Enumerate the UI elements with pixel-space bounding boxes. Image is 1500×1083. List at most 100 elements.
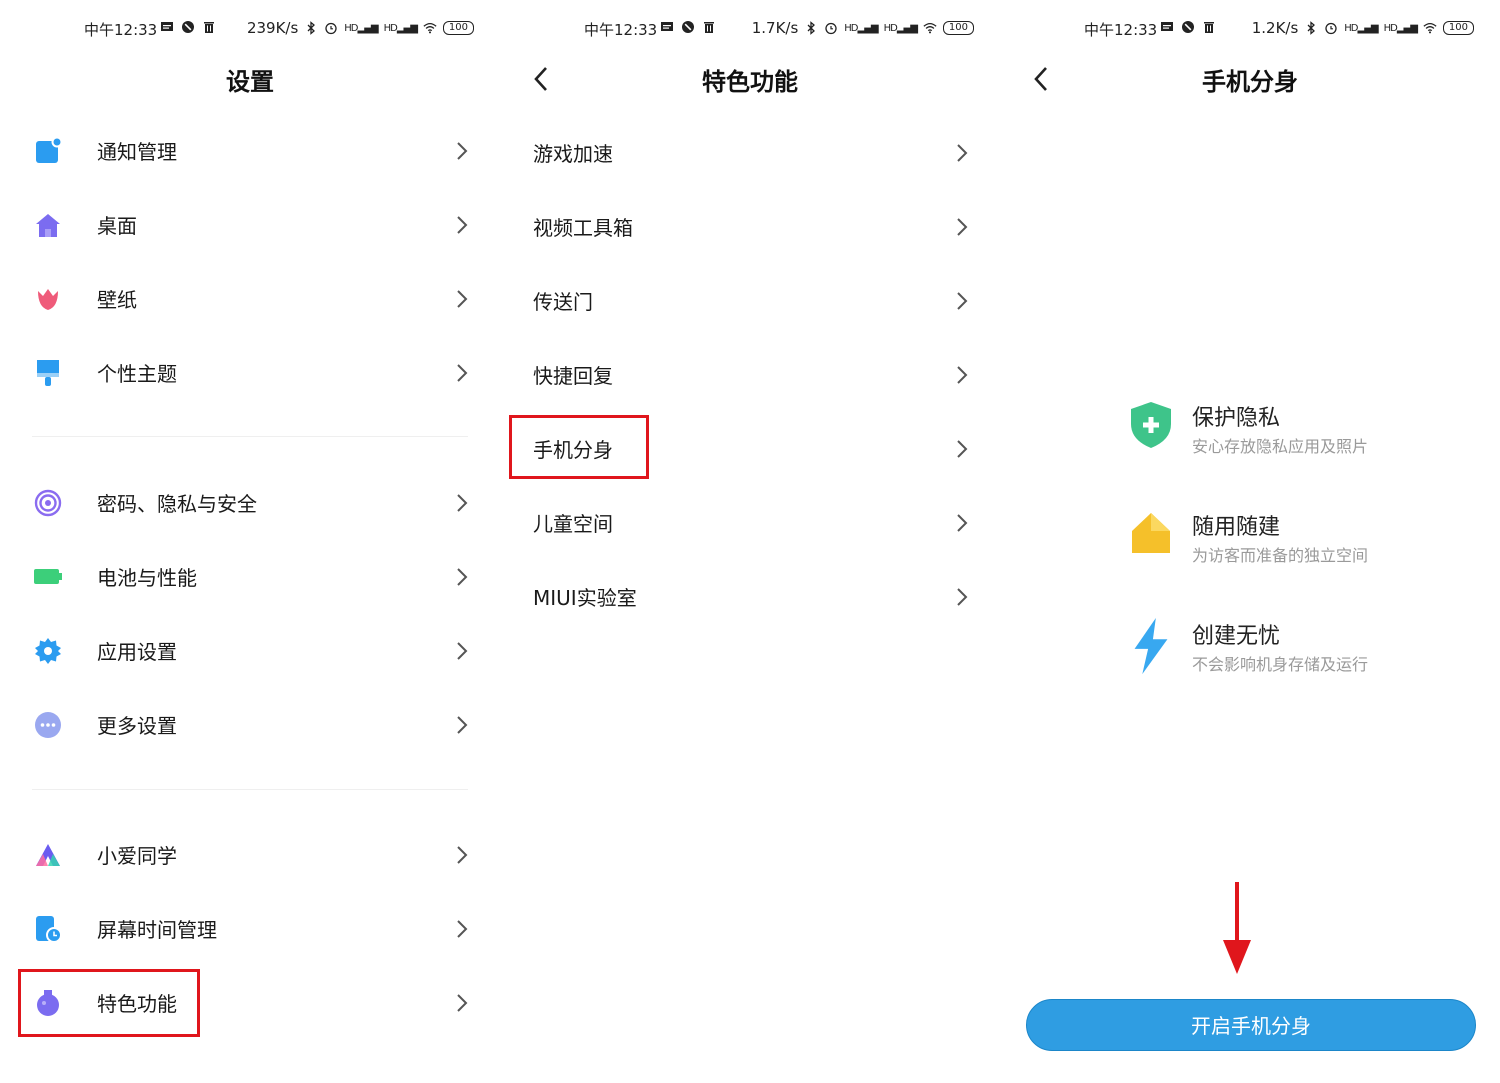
network-speed: 1.2K/s [1251,19,1299,37]
chevron-right-icon [457,216,468,234]
trash-icon [1204,22,1214,33]
chevron-right-icon [957,366,968,384]
gear-icon [35,638,61,664]
page-title: 特色功能 [702,68,798,96]
chevron-right-icon [457,920,468,938]
feature-item-game-turbo[interactable]: 游戏加速 [500,116,1000,190]
block-icon [682,21,694,33]
chevron-right-icon [457,568,468,586]
paintbrush-icon [37,360,59,386]
settings-item-label: 更多设置 [97,714,177,738]
highlight-box [18,969,200,1037]
block-icon [182,21,194,33]
bluetooth-icon [307,21,316,35]
status-notification-icons [160,20,216,34]
xiaoai-icon [36,844,60,866]
feature-ready-to-use: 随用随建 为访客而准备的独立空间 [1128,509,1448,589]
alarm-icon [325,22,337,35]
chevron-right-icon [457,716,468,734]
message-icon [661,22,673,31]
feature-item-portal[interactable]: 传送门 [500,264,1000,338]
feature-name: 创建无忧 [1192,624,1281,649]
settings-item-xiaoai[interactable]: 小爱同学 [0,818,500,892]
signal-2-icon: HD▂▄▆ [1383,22,1418,34]
status-time: 中午12:33 [84,21,158,39]
group-divider [32,436,468,437]
status-time: 中午12:33 [1084,21,1158,39]
feature-item-label: 游戏加速 [533,142,613,166]
chevron-right-icon [457,494,468,512]
signal-1-icon: HD▂▄▆ [344,22,378,34]
settings-item-battery[interactable]: 电池与性能 [0,540,500,614]
message-icon [1161,22,1173,31]
settings-item-label: 屏幕时间管理 [97,918,217,942]
settings-item-label: 个性主题 [97,362,177,386]
alarm-icon [825,22,837,35]
chevron-right-icon [457,642,468,660]
message-icon [161,22,173,31]
battery-indicator: 100 [942,21,974,35]
status-notification-icons [660,20,716,34]
house-icon [1132,513,1170,553]
settings-screen: 中午12:33 239K/s HD▂▄▆ HD▂▄▆ 100 设置 通知管理 桌… [0,0,500,1083]
chevron-right-icon [957,218,968,236]
settings-item-desktop[interactable]: 桌面 [0,188,500,262]
settings-item-more[interactable]: 更多设置 [0,688,500,762]
settings-item-label: 通知管理 [97,140,177,164]
feature-description: 不会影响机身存储及运行 [1192,655,1369,674]
enable-second-space-button[interactable]: 开启手机分身 [1026,999,1476,1051]
chevron-right-icon [957,144,968,162]
feature-item-label: MIUI实验室 [533,586,637,610]
chevron-right-icon [457,290,468,308]
lightning-icon [1134,618,1168,675]
settings-item-security[interactable]: 密码、隐私与安全 [0,466,500,540]
page-title: 设置 [226,68,274,96]
chevron-right-icon [957,514,968,532]
feature-name: 随用随建 [1192,515,1281,540]
battery-indicator: 100 [442,21,474,35]
status-time: 中午12:33 [584,21,658,39]
battery-icon [34,569,62,584]
wifi-icon [923,22,937,34]
signal-1-icon: HD▂▄▆ [1344,22,1378,34]
chevron-right-icon [457,846,468,864]
more-icon [35,712,61,738]
feature-item-video-toolbox[interactable]: 视频工具箱 [500,190,1000,264]
signal-2-icon: HD▂▄▆ [383,22,418,34]
feature-item-label: 视频工具箱 [533,216,633,240]
settings-item-notifications[interactable]: 通知管理 [0,114,500,188]
settings-item-wallpaper[interactable]: 壁纸 [0,262,500,336]
feature-name: 保护隐私 [1192,406,1281,431]
settings-item-label: 密码、隐私与安全 [97,492,257,516]
block-icon [1182,21,1194,33]
chevron-right-icon [457,994,468,1012]
group-divider [32,789,468,790]
settings-item-label: 应用设置 [97,640,177,664]
wifi-icon [1423,22,1437,34]
status-bar: 中午12:33 1.7K/s HD▂▄▆ HD▂▄▆ 100 [500,16,1000,42]
settings-item-theme[interactable]: 个性主题 [0,336,500,410]
feature-item-label: 传送门 [533,290,593,314]
network-speed: 1.7K/s [751,19,799,37]
bluetooth-icon [807,21,816,35]
settings-item-apps[interactable]: 应用设置 [0,614,500,688]
feature-item-kids-space[interactable]: 儿童空间 [500,486,1000,560]
feature-description: 为访客而准备的独立空间 [1192,546,1369,565]
feature-item-quick-reply[interactable]: 快捷回复 [500,338,1000,412]
fingerprint-icon [34,489,62,517]
screen-time-icon [36,916,62,943]
network-speed: 239K/s [246,19,299,37]
trash-icon [204,22,214,33]
highlight-box [509,415,649,479]
settings-item-label: 电池与性能 [97,566,197,590]
status-notification-icons [1160,20,1216,34]
trash-icon [704,22,714,33]
settings-item-label: 小爱同学 [97,844,177,868]
signal-2-icon: HD▂▄▆ [883,22,918,34]
wifi-icon [423,22,437,34]
bluetooth-icon [1307,21,1316,35]
feature-item-miui-lab[interactable]: MIUI实验室 [500,560,1000,634]
chevron-right-icon [457,142,468,160]
settings-item-screen-time[interactable]: 屏幕时间管理 [0,892,500,966]
alarm-icon [1325,22,1337,35]
